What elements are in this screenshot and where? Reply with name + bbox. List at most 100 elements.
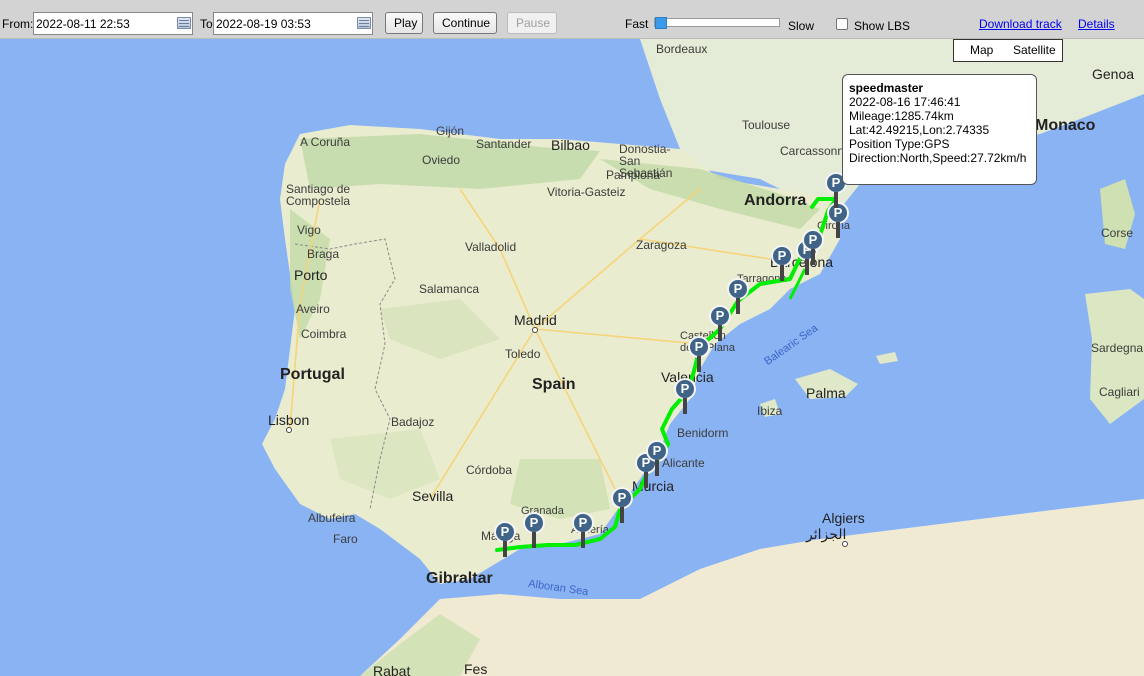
marker-stem: [581, 532, 585, 548]
marker-stem: [718, 325, 722, 341]
city-label: Albufeira: [308, 511, 356, 525]
capital-dot: [532, 327, 538, 333]
map-type-satellite-button[interactable]: Satellite: [1013, 43, 1056, 57]
marker-stem: [836, 222, 840, 238]
city-label: Valladolid: [465, 240, 517, 254]
city-label: A Coruña: [300, 135, 351, 149]
details-link[interactable]: Details: [1078, 17, 1115, 31]
marker-stem: [532, 532, 536, 548]
parking-icon: P: [688, 336, 710, 358]
fast-label: Fast: [625, 17, 649, 31]
play-button[interactable]: Play: [385, 12, 423, 34]
city-label: Vigo: [297, 223, 321, 237]
parking-icon: P: [674, 378, 696, 400]
to-label: To: [200, 17, 213, 31]
to-datetime-input[interactable]: [213, 12, 373, 35]
info-coordinates: Lat:42.49215,Lon:2.74335: [849, 123, 990, 137]
stop-marker[interactable]: P: [494, 521, 516, 557]
city-label: Madrid: [514, 312, 557, 328]
city-label: Vitoria-Gasteiz: [547, 185, 626, 199]
city-label: Benidorm: [677, 426, 729, 440]
map-type-map-button[interactable]: Map: [970, 43, 993, 57]
parking-icon: P: [494, 521, 516, 543]
city-label: Lisbon: [268, 412, 310, 428]
map-canvas[interactable]: Bordeaux Zaragoza Toulouse Genoa Gijón A…: [0, 39, 1144, 676]
capital-dot: [842, 541, 848, 547]
show-lbs-label: Show LBS: [854, 19, 911, 33]
parking-icon: P: [727, 278, 749, 300]
city-label: Monaco: [1035, 117, 1096, 134]
city-label: Badajoz: [391, 415, 435, 429]
from-datetime-input[interactable]: [33, 12, 193, 35]
parking-icon: P: [572, 512, 594, 534]
city-label: Braga: [307, 247, 340, 261]
pause-button[interactable]: Pause: [507, 12, 557, 34]
stop-marker[interactable]: P: [523, 512, 545, 548]
city-label: Zaragoza: [636, 238, 687, 252]
city-label: Alicante: [662, 456, 705, 470]
country-label: Gibraltar: [426, 570, 493, 587]
download-track-link[interactable]: Download track: [979, 17, 1062, 31]
city-label: Porto: [294, 267, 328, 283]
marker-stem: [834, 192, 838, 208]
info-position-type: Position Type:GPS: [849, 137, 950, 151]
city-label: Bordeaux: [656, 42, 708, 56]
city-label: Palma: [806, 385, 846, 401]
city-label: Fes: [464, 661, 488, 676]
city-label: الجزائر: [806, 526, 847, 542]
from-label: From:: [2, 17, 34, 31]
stop-marker[interactable]: P: [674, 378, 696, 414]
city-label: Córdoba: [466, 463, 513, 477]
from-calendar-icon[interactable]: [177, 17, 191, 29]
city-label: Algiers: [822, 510, 865, 526]
marker-stem: [811, 249, 815, 265]
marker-stem: [503, 541, 507, 557]
marker-stem: [736, 298, 740, 314]
city-label: Sevilla: [412, 488, 454, 504]
city-label: Corse: [1101, 226, 1134, 240]
map-type-control: Map Satellite: [953, 39, 1063, 62]
parking-icon: P: [611, 487, 633, 509]
to-calendar-icon[interactable]: [357, 17, 371, 29]
stop-marker[interactable]: P: [802, 229, 824, 265]
city-label: Sardegna: [1091, 341, 1144, 355]
parking-icon: P: [523, 512, 545, 534]
parking-icon: P: [646, 440, 668, 462]
city-label: Aveiro: [296, 302, 330, 316]
marker-stem: [780, 265, 784, 281]
city-label: Cagliari: [1099, 385, 1140, 399]
city-label: Gijón: [436, 124, 465, 138]
city-label: Carcassonne: [780, 144, 851, 158]
stop-marker[interactable]: P: [572, 512, 594, 548]
info-timestamp: 2022-08-16 17:46:41: [849, 95, 961, 109]
slow-label: Slow: [788, 19, 815, 33]
city-label: Ibiza: [757, 404, 783, 418]
city-label: Bilbao: [551, 137, 590, 153]
marker-stem: [620, 507, 624, 523]
stop-marker[interactable]: P: [688, 336, 710, 372]
stop-marker[interactable]: P: [727, 278, 749, 314]
speed-slider[interactable]: [654, 17, 780, 29]
stop-marker[interactable]: P: [611, 487, 633, 523]
show-lbs-checkbox[interactable]: [836, 18, 848, 30]
stop-marker[interactable]: P: [646, 440, 668, 476]
marker-stem: [697, 356, 701, 372]
position-info-window: speedmaster 2022-08-16 17:46:41 Mileage:…: [842, 74, 1037, 185]
city-label: Oviedo: [422, 153, 461, 167]
city-label: Santander: [476, 137, 532, 151]
playback-toolbar: From: To Play Continue Pause Fast Slow S…: [0, 0, 1144, 39]
city-label: Rabat: [373, 663, 411, 676]
stop-marker[interactable]: P: [771, 245, 793, 281]
city-label: Santiago de Compostela: [286, 182, 351, 208]
info-direction-speed: Direction:North,Speed:27.72km/h: [849, 151, 1027, 165]
marker-stem: [683, 398, 687, 414]
country-label: Spain: [532, 376, 576, 393]
country-label: Portugal: [280, 366, 345, 383]
parking-icon: P: [771, 245, 793, 267]
continue-button[interactable]: Continue: [433, 12, 497, 34]
city-label: Pamplona: [606, 168, 661, 182]
speed-slider-handle[interactable]: [655, 17, 667, 29]
info-mileage: Mileage:1285.74km: [849, 109, 954, 123]
city-label: Coimbra: [301, 327, 347, 341]
city-label: Toledo: [505, 347, 541, 361]
